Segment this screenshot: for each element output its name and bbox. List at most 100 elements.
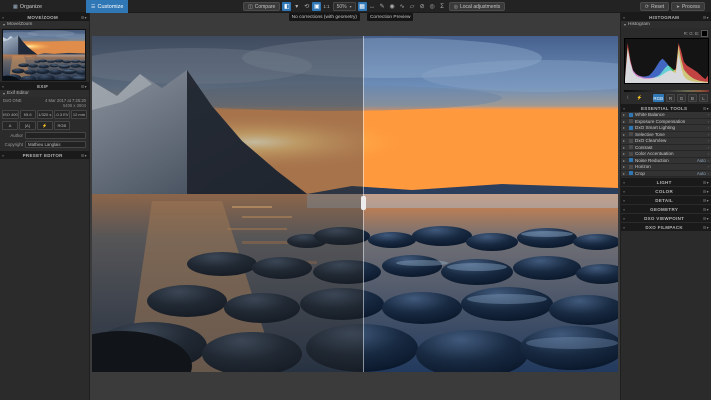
expand-icon[interactable]: ▸ bbox=[623, 145, 627, 150]
process-button[interactable]: ➤ Process bbox=[671, 2, 705, 11]
expand-icon[interactable]: ▸ bbox=[623, 164, 627, 169]
tool-row-crop[interactable]: ▸ Crop Auto › bbox=[621, 170, 711, 177]
channel-button-g[interactable]: G bbox=[677, 94, 686, 102]
channel-button-b[interactable]: B bbox=[688, 94, 697, 102]
navigator-thumbnail[interactable] bbox=[2, 29, 86, 81]
menu-icon[interactable]: ☰▾ bbox=[703, 207, 709, 212]
exif-mode-field[interactable]: ⚡ bbox=[36, 121, 53, 130]
more-icon[interactable]: › bbox=[708, 158, 709, 163]
menu-icon[interactable]: ☰▾ bbox=[703, 189, 709, 194]
exif-header[interactable]: « EXIF ☰▾ bbox=[0, 82, 89, 90]
menu-icon[interactable]: ☰▾ bbox=[703, 106, 709, 111]
exif-field[interactable]: -0.3 EV bbox=[53, 110, 70, 119]
reset-button[interactable]: ⟳ Reset bbox=[639, 2, 670, 11]
local-adjustments-button[interactable]: ◎ Local adjustments bbox=[448, 2, 506, 11]
histogram-subheader[interactable]: ▾ Histogram bbox=[621, 21, 711, 28]
rotate-left-icon[interactable]: ⟲ bbox=[302, 2, 311, 11]
more-icon[interactable]: › bbox=[708, 112, 709, 117]
expand-icon[interactable]: ▸ bbox=[623, 158, 627, 163]
exif-title: EXIF bbox=[37, 83, 49, 89]
more-icon[interactable]: › bbox=[708, 145, 709, 150]
menu-icon[interactable]: ☰▾ bbox=[703, 198, 709, 203]
tool-toggle[interactable] bbox=[629, 151, 633, 156]
expand-icon[interactable]: ▸ bbox=[623, 125, 627, 130]
section-header-dxo-viewpoint[interactable]: «DXO VIEWPOINT ☰▾ bbox=[621, 214, 711, 222]
exif-mode-field[interactable]: A bbox=[2, 121, 19, 130]
red-eye-icon[interactable]: ◉ bbox=[388, 2, 397, 11]
expand-icon[interactable]: ▸ bbox=[623, 112, 627, 117]
exif-field[interactable]: ISO 400 bbox=[2, 110, 19, 119]
exif-mode-field[interactable]: RGB bbox=[53, 121, 70, 130]
menu-icon[interactable]: ☰▾ bbox=[703, 216, 709, 221]
zoom-level-select[interactable]: 50% ▾ bbox=[332, 2, 356, 11]
expand-icon[interactable]: ▸ bbox=[623, 119, 627, 124]
more-icon[interactable]: › bbox=[708, 125, 709, 130]
tool-label: Noise Reduction bbox=[635, 157, 669, 163]
more-icon[interactable]: › bbox=[708, 132, 709, 137]
more-icon[interactable]: › bbox=[708, 138, 709, 143]
tool-toggle[interactable] bbox=[629, 138, 633, 143]
exif-field[interactable]: f/5.6 bbox=[19, 110, 36, 119]
sum-icon[interactable]: Σ bbox=[438, 2, 447, 11]
channel-button-r[interactable]: R bbox=[666, 94, 675, 102]
movezoom-subheader[interactable]: ▾ Move/Zoom bbox=[0, 21, 89, 28]
copyright-field[interactable]: Mathieu Langlais bbox=[25, 141, 86, 148]
tool-toggle[interactable] bbox=[629, 145, 633, 150]
eye-icon[interactable]: ◎ bbox=[428, 2, 437, 11]
horizon-icon[interactable]: ↔ bbox=[368, 2, 377, 11]
fit-screen-icon[interactable]: ▣ bbox=[312, 2, 322, 11]
more-icon[interactable]: › bbox=[708, 164, 709, 169]
section-header-dxo-filmpack[interactable]: «DXO FILMPACK ☰▾ bbox=[621, 223, 711, 231]
split-caret-icon[interactable]: ▾ bbox=[292, 2, 301, 11]
expand-icon[interactable]: ▸ bbox=[623, 151, 627, 156]
menu-icon[interactable]: ☰▾ bbox=[81, 153, 87, 158]
mask-icon[interactable]: ▱ bbox=[408, 2, 417, 11]
menu-icon[interactable]: ☰▾ bbox=[703, 15, 709, 20]
spot-removal-icon[interactable]: ✎ bbox=[378, 2, 387, 11]
movezoom-header[interactable]: « MOVE/ZOOM ☰▾ bbox=[0, 13, 89, 21]
exif-subheader[interactable]: ▾ Exif Editor bbox=[0, 90, 89, 97]
ratio-1to1-button[interactable]: 1:1 bbox=[322, 2, 330, 11]
menu-icon[interactable]: ☰▾ bbox=[703, 180, 709, 185]
tool-toggle[interactable] bbox=[629, 164, 633, 169]
histogram-header[interactable]: « HISTOGRAM ☰▾ bbox=[621, 13, 711, 21]
section-header-light[interactable]: «LIGHT ☰▾ bbox=[621, 178, 711, 186]
essential-tools-header[interactable]: « ESSENTIAL TOOLS ☰▾ bbox=[621, 104, 711, 112]
tool-toggle[interactable] bbox=[629, 158, 633, 163]
channel-button-l[interactable]: L bbox=[699, 94, 708, 102]
tool-toggle[interactable] bbox=[629, 112, 633, 117]
section-header-detail[interactable]: «DETAIL ☰▾ bbox=[621, 196, 711, 204]
shadow-clipping-icon[interactable]: ☾ bbox=[624, 94, 633, 102]
menu-icon[interactable]: ☰▾ bbox=[703, 225, 709, 230]
highlight-clipping-icon[interactable]: ⚡ bbox=[635, 94, 644, 102]
compare-button[interactable]: ◫ Compare bbox=[243, 2, 281, 11]
curve-icon[interactable]: ∿ bbox=[398, 2, 407, 11]
crop-icon[interactable]: ▦ bbox=[357, 2, 367, 11]
tool-toggle[interactable] bbox=[629, 132, 633, 137]
tool-toggle[interactable] bbox=[629, 125, 633, 130]
more-icon[interactable]: › bbox=[708, 151, 709, 156]
photo-split-view[interactable] bbox=[92, 36, 618, 372]
expand-icon[interactable]: ▸ bbox=[623, 138, 627, 143]
expand-icon[interactable]: ▸ bbox=[623, 171, 627, 176]
tool-toggle[interactable] bbox=[629, 171, 633, 176]
exif-field[interactable]: 12 mm bbox=[70, 110, 87, 119]
split-view-icon[interactable]: ◧ bbox=[282, 2, 292, 11]
protect-icon[interactable]: ⊘ bbox=[418, 2, 427, 11]
more-icon[interactable]: › bbox=[708, 119, 709, 124]
menu-icon[interactable]: ☰▾ bbox=[81, 15, 87, 20]
expand-icon[interactable]: ▸ bbox=[623, 132, 627, 137]
tab-organize[interactable]: ▦ Organize bbox=[8, 0, 47, 13]
menu-icon[interactable]: ☰▾ bbox=[81, 84, 87, 89]
exif-mode-field[interactable]: [A] bbox=[19, 121, 36, 130]
channel-button-rgb[interactable]: RGB bbox=[652, 94, 664, 102]
split-handle[interactable] bbox=[360, 196, 366, 210]
more-icon[interactable]: › bbox=[708, 171, 709, 176]
tool-toggle[interactable] bbox=[629, 119, 633, 124]
section-header-color[interactable]: «COLOR ☰▾ bbox=[621, 187, 711, 195]
tab-customize[interactable]: ☰ Customize bbox=[86, 0, 129, 13]
exif-field[interactable]: 1/320 s bbox=[36, 110, 53, 119]
preset-editor-header[interactable]: « PRESET EDITOR ☰▾ bbox=[0, 151, 89, 159]
section-header-geometry[interactable]: «GEOMETRY ☰▾ bbox=[621, 205, 711, 213]
author-field[interactable] bbox=[25, 132, 86, 139]
